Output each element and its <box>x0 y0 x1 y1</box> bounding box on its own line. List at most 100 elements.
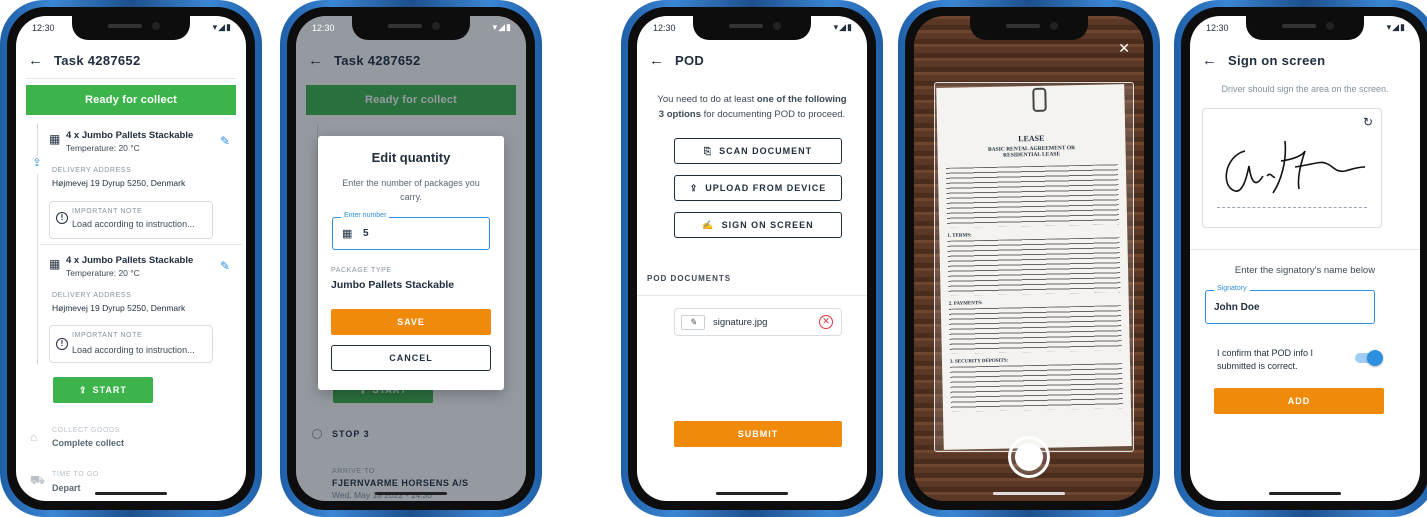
scan-icon: ⎘ <box>703 145 713 156</box>
intro-bold: 3 options <box>658 109 702 120</box>
scan-document-button[interactable]: ⎘ SCAN DOCUMENT <box>674 138 842 164</box>
address-label: DELIVERY ADDRESS <box>52 167 132 174</box>
scanned-document: LEASE BASIC RENTAL AGREEMENT OR RESIDENT… <box>936 84 1132 450</box>
notch <box>970 16 1088 40</box>
status-time: 12:30 <box>653 23 676 33</box>
doc-text-block <box>950 363 1123 412</box>
file-name: signature.jpg <box>713 317 768 328</box>
item-name: 4 x Jumbo Pallets Stackable <box>66 255 194 266</box>
page-title: POD <box>675 52 705 68</box>
quantity-input[interactable]: Enter number ▦ 5 <box>332 212 490 250</box>
dialog-title: Edit quantity <box>371 150 451 165</box>
pallet-icon: ▦ <box>342 228 353 240</box>
close-icon[interactable]: ✕ <box>1118 40 1130 57</box>
signal-battery-icon: ▾◢▮ <box>492 22 512 32</box>
remove-file-icon[interactable]: ✕ <box>819 315 833 329</box>
upload-icon: ⇪ <box>689 182 699 193</box>
time-label: TIME TO GO <box>52 471 99 478</box>
screen-task-detail: 12:30 ▾◢▮ ← Task 4287652 Ready for colle… <box>16 16 246 501</box>
sign-label: SIGN ON SCREEN <box>721 220 814 230</box>
number-label: Enter number <box>341 212 390 219</box>
back-arrow-icon[interactable]: ← <box>1202 52 1228 69</box>
edit-pencil-icon[interactable]: ✎ <box>220 259 230 273</box>
doc-title: LEASE <box>1018 133 1045 144</box>
upload-label: UPLOAD FROM DEVICE <box>705 183 827 193</box>
edit-pencil-icon[interactable]: ✎ <box>220 134 230 148</box>
edit-quantity-dialog: Edit quantity Enter the number of packag… <box>318 136 504 390</box>
item-temperature: Temperature: 20 °C <box>66 268 140 278</box>
important-note-card[interactable]: ! IMPORTANT NOTE Load according to instr… <box>49 325 213 363</box>
intro-bold: one of the following <box>756 94 847 105</box>
shutter-button[interactable] <box>1008 436 1050 478</box>
signatory-label: Signatory <box>1214 285 1250 292</box>
package-type-label: PACKAGE TYPE <box>331 267 392 274</box>
screen-pod: 12:30 ▾◢▮ ← POD You need to do at least … <box>637 16 867 501</box>
intro-text: for documenting POD to proceed. <box>701 109 846 120</box>
showcase: 12:30 ▾◢▮ ← Task 4287652 Ready for colle… <box>0 0 1427 517</box>
signature-line <box>1217 207 1367 208</box>
submit-button[interactable]: SUBMIT <box>674 421 842 447</box>
reset-icon[interactable]: ↻ <box>1363 115 1373 129</box>
screen-camera-scan: ✕ LEASE BASIC RENTAL AGREEMENT OR RESIDE… <box>914 16 1144 501</box>
phone-pod: 12:30 ▾◢▮ ← POD You need to do at least … <box>621 0 883 517</box>
signature-pad[interactable]: ↻ <box>1202 108 1382 228</box>
delivery-address: Højmevej 19 Dyrup 5250, Denmark <box>52 303 186 313</box>
sign-on-screen-button[interactable]: ✍ SIGN ON SCREEN <box>674 212 842 238</box>
back-arrow-icon[interactable]: ← <box>649 52 675 69</box>
truck-step-icon: ⛟ <box>30 473 46 487</box>
save-button[interactable]: SAVE <box>331 309 491 335</box>
note-label: IMPORTANT NOTE <box>72 208 143 215</box>
app-bar: ← Sign on screen <box>1190 46 1420 74</box>
status-bar: 12:30 ▾◢▮ <box>1190 22 1420 39</box>
box-step-icon: ⌂ <box>30 430 38 444</box>
dialog-text: Enter the number of packages you carry. <box>342 178 480 202</box>
pallet-icon: ▦ <box>49 132 61 146</box>
pen-icon: ✍ <box>702 219 715 230</box>
item-name: 4 x Jumbo Pallets Stackable <box>66 130 194 141</box>
phone-camera-scan: ✕ LEASE BASIC RENTAL AGREEMENT OR RESIDE… <box>898 0 1160 517</box>
signal-battery-icon: ▾◢▮ <box>833 22 853 32</box>
quantity-value: 5 <box>363 228 369 239</box>
home-indicator <box>1269 492 1341 495</box>
phone-edit-quantity: 12:30 ▾◢▮ ← Task 4287652 Ready for colle… <box>280 0 542 517</box>
upload-step-icon: ⇪ <box>28 156 46 174</box>
important-note-card[interactable]: ! IMPORTANT NOTE Load according to instr… <box>49 201 213 239</box>
home-indicator <box>993 492 1065 495</box>
back-arrow-icon[interactable]: ← <box>28 52 54 69</box>
pod-intro: You need to do at least one of the follo… <box>645 92 859 122</box>
delivery-address: Højmevej 19 Dyrup 5250, Denmark <box>52 178 186 188</box>
start-button[interactable]: ⇪ START <box>53 377 153 403</box>
upload-from-device-button[interactable]: ⇪ UPLOAD FROM DEVICE <box>674 175 842 201</box>
home-indicator <box>375 492 447 495</box>
pod-document-item[interactable]: ✎ signature.jpg ✕ <box>674 308 842 336</box>
collect-text: Complete collect <box>52 438 125 448</box>
toggle-knob <box>1367 350 1383 366</box>
scan-label: SCAN DOCUMENT <box>719 146 813 156</box>
doc-text-block <box>948 305 1122 354</box>
page-title: Task 4287652 <box>54 52 141 68</box>
info-icon: ! <box>56 338 68 350</box>
phone-task-detail: 12:30 ▾◢▮ ← Task 4287652 Ready for colle… <box>0 0 262 517</box>
add-button[interactable]: ADD <box>1214 388 1384 414</box>
signal-battery-icon: ▾◢▮ <box>212 22 232 32</box>
info-icon: ! <box>56 212 68 224</box>
name-prompt: Enter the signatory's name below <box>1234 265 1376 276</box>
start-label: START <box>92 385 127 395</box>
phone-sign-on-screen: 12:30 ▾◢▮ ← Sign on screen Driver should… <box>1174 0 1427 517</box>
depart-text: Depart <box>52 483 81 493</box>
signatory-input[interactable]: Signatory John Doe <box>1205 285 1375 324</box>
app-bar: ← Task 4287652 <box>16 46 246 74</box>
confirm-text: I confirm that POD info I submitted is c… <box>1217 348 1314 371</box>
status-time: 12:30 <box>32 23 55 33</box>
cancel-button[interactable]: CANCEL <box>331 345 491 371</box>
home-indicator <box>716 492 788 495</box>
intro-text: You need to do at least <box>657 94 757 105</box>
status-time: 12:30 <box>1206 23 1229 33</box>
status-time: 12:30 <box>312 23 335 33</box>
confirm-toggle[interactable] <box>1355 350 1383 366</box>
package-type-value: Jumbo Pallets Stackable <box>331 279 455 291</box>
note-text: Load according to instruction... <box>72 219 195 229</box>
sign-instruction: Driver should sign the area on the scree… <box>1221 84 1389 94</box>
signatory-value: John Doe <box>1214 302 1260 313</box>
address-label: DELIVERY ADDRESS <box>52 292 132 299</box>
